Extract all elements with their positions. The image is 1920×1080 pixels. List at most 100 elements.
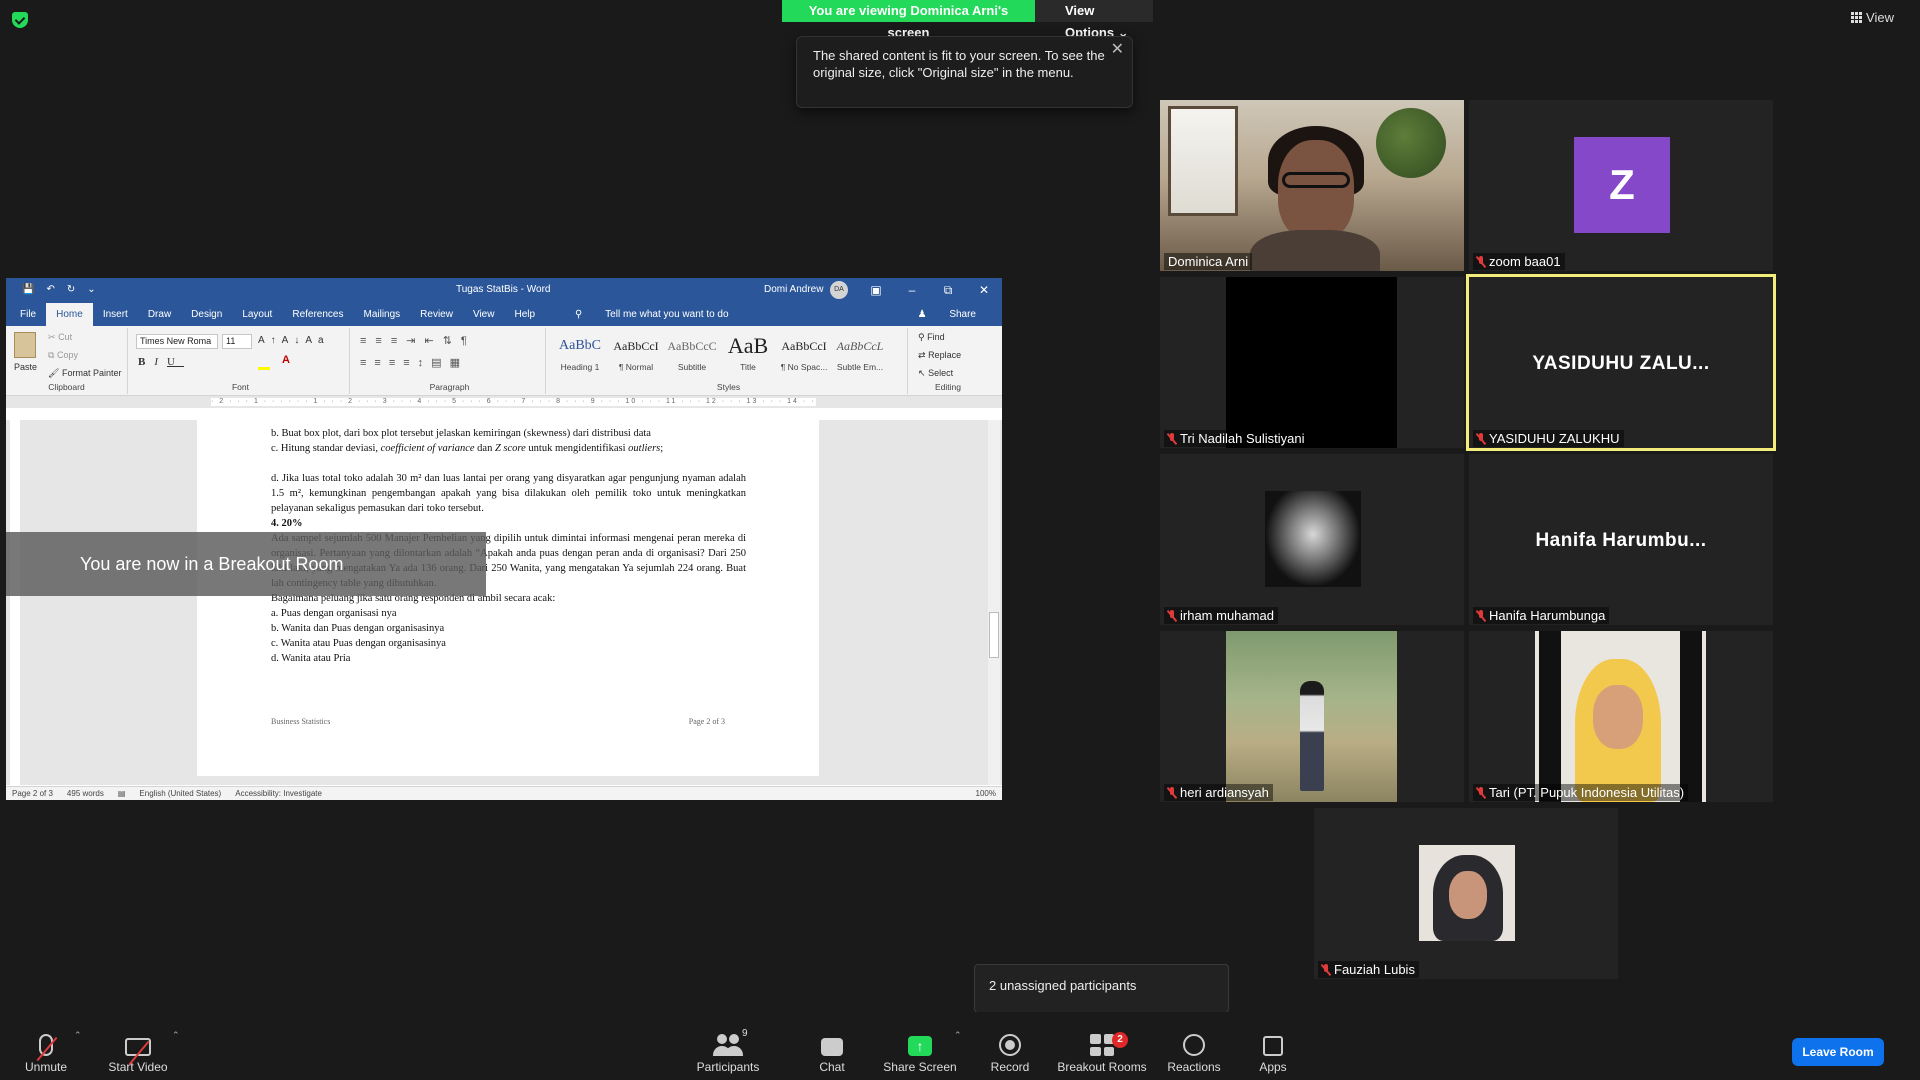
participant-name: YASIDUHU ZALUKHU: [1473, 430, 1624, 447]
zoom-level[interactable]: 100%: [976, 789, 1002, 798]
start-video-label: Start Video: [108, 1060, 168, 1074]
tab-file[interactable]: File: [10, 309, 46, 326]
record-button[interactable]: Record: [986, 1031, 1034, 1074]
style-subtitle[interactable]: AaBbCcC Subtitle: [664, 336, 720, 372]
page-count[interactable]: Page 2 of 3: [12, 789, 53, 798]
participant-tile[interactable]: Dominica Arni: [1160, 100, 1464, 271]
tab-design[interactable]: Design: [181, 309, 232, 326]
share-options-caret-icon[interactable]: ⌃: [954, 1030, 962, 1041]
ribbon-display-icon[interactable]: ▣: [858, 278, 894, 302]
breakout-badge: 2: [1112, 1032, 1128, 1048]
tab-insert[interactable]: Insert: [93, 309, 138, 326]
participants-button[interactable]: 9 Participants: [692, 1028, 764, 1074]
participant-tile[interactable]: Hanifa Harumbu... Hanifa Harumbunga: [1469, 454, 1773, 625]
participant-tile[interactable]: Fauziah Lubis: [1314, 808, 1618, 979]
tab-references[interactable]: References: [282, 309, 353, 326]
vertical-scrollbar[interactable]: [988, 420, 1000, 785]
list-indent-icons[interactable]: ≡≡≡⇥⇤⇅¶: [360, 334, 476, 347]
close-window-icon[interactable]: ✕: [966, 278, 1002, 302]
participant-tile[interactable]: Tari (PT. Pupuk Indonesia Utilitas): [1469, 631, 1773, 802]
alignment-icons[interactable]: ≡≡≡≡↕▤▦: [360, 356, 468, 369]
share-screen-label: Share Screen: [883, 1060, 957, 1074]
unmute-button[interactable]: Unmute: [20, 1032, 72, 1074]
account-avatar[interactable]: DA: [830, 281, 848, 299]
replace-button[interactable]: ⇄ Replace: [918, 350, 961, 361]
chat-button[interactable]: Chat: [812, 1033, 852, 1074]
participants-label: Participants: [696, 1060, 760, 1074]
proofing-icon[interactable]: ▤: [118, 789, 126, 798]
style-heading-1[interactable]: AaBbC Heading 1: [552, 336, 608, 372]
participant-photo: [1419, 845, 1515, 941]
tab-review[interactable]: Review: [410, 309, 463, 326]
replace-icon: ⇄: [918, 350, 926, 360]
tab-help[interactable]: Help: [504, 309, 545, 326]
cut-label: Cut: [58, 332, 73, 342]
participant-name-label: Tari (PT. Pupuk Indonesia Utilitas): [1489, 785, 1685, 800]
paragraph-group: ≡≡≡⇥⇤⇅¶ ≡≡≡≡↕▤▦ Paragraph: [354, 328, 546, 394]
breakout-rooms-button[interactable]: 2 Breakout Rooms: [1056, 1031, 1148, 1074]
leave-room-button[interactable]: Leave Room: [1792, 1038, 1884, 1066]
font-color-icon[interactable]: A: [282, 354, 290, 366]
participant-name-label: Tri Nadilah Sulistiyani: [1180, 431, 1305, 446]
account-name[interactable]: Domi Andrew: [764, 284, 823, 295]
minimize-icon[interactable]: –: [894, 278, 930, 302]
font-size-select[interactable]: 11: [222, 334, 252, 349]
redo-icon[interactable]: ↻: [67, 284, 75, 295]
apps-button[interactable]: Apps: [1252, 1032, 1294, 1074]
undo-icon[interactable]: ↶: [46, 284, 54, 295]
paste-icon[interactable]: [14, 332, 36, 358]
unassigned-participants-notice[interactable]: 2 unassigned participants: [974, 964, 1229, 1013]
start-video-button[interactable]: Start Video: [104, 1033, 172, 1074]
share-screen-button[interactable]: Share Screen: [882, 1032, 958, 1074]
customize-toolbar-icon[interactable]: ⌄: [87, 284, 95, 295]
horizontal-ruler[interactable]: · 2 · · · 1 · · · · · · 1 · · · 2 · · · …: [6, 396, 1002, 408]
tell-me-search[interactable]: ⚲ Tell me what you want to do: [555, 309, 749, 326]
font-name-select[interactable]: Times New Roma: [136, 334, 218, 349]
find-button[interactable]: ⚲ Find: [918, 332, 945, 343]
share-button[interactable]: ♟ Share: [908, 309, 986, 320]
option-b: b. Wanita dan Puas dengan organisasinya: [271, 623, 445, 634]
scrollbar-thumb[interactable]: [989, 612, 999, 658]
save-icon[interactable]: 💾: [22, 284, 34, 295]
tab-home[interactable]: Home: [46, 303, 93, 326]
style-title[interactable]: AaB Title: [720, 335, 776, 373]
tab-mailings[interactable]: Mailings: [353, 309, 410, 326]
bold-italic-underline-icons[interactable]: BIU: [138, 356, 184, 368]
word-count[interactable]: 495 words: [67, 789, 104, 798]
restore-icon[interactable]: ⧉: [930, 278, 966, 302]
style-name: Title: [740, 362, 756, 372]
document-page[interactable]: b. Buat box plot, dari box plot tersebut…: [197, 420, 819, 776]
style-name: Subtitle: [677, 362, 707, 372]
participant-avatar: Z: [1574, 137, 1670, 233]
style-no-spacing[interactable]: AaBbCcI ¶ No Spac...: [776, 336, 832, 372]
participant-tile[interactable]: Tri Nadilah Sulistiyani: [1160, 277, 1464, 448]
accessibility-status[interactable]: Accessibility: Investigate: [235, 789, 322, 798]
cut-button[interactable]: ✂ Cut: [48, 332, 72, 343]
close-icon[interactable]: ✕: [1111, 41, 1124, 58]
copy-button[interactable]: ⧉ Copy: [48, 350, 78, 361]
active-speaker-tile[interactable]: YASIDUHU ZALU... YASIDUHU ZALUKHU: [1466, 274, 1776, 451]
format-painter-button[interactable]: 🖌 Format Painter: [48, 368, 121, 379]
reactions-button[interactable]: Reactions: [1166, 1031, 1222, 1074]
view-layout-button[interactable]: View: [1851, 10, 1894, 25]
view-options-button[interactable]: View Options ⌄: [1035, 0, 1153, 40]
grow-shrink-case-icons[interactable]: A↑A↓Aa: [258, 335, 330, 346]
encryption-shield-icon[interactable]: [12, 12, 28, 28]
style-normal[interactable]: AaBbCcI ¶ Normal: [608, 336, 664, 372]
participant-tile[interactable]: irham muhamad: [1160, 454, 1464, 625]
highlight-color-icon[interactable]: [258, 367, 270, 370]
tab-draw[interactable]: Draw: [138, 309, 181, 326]
paste-button[interactable]: Paste: [14, 362, 37, 372]
tab-view[interactable]: View: [463, 309, 505, 326]
participant-tile[interactable]: heri ardiansyah: [1160, 631, 1464, 802]
style-subtle-emphasis[interactable]: AaBbCcL Subtle Em...: [832, 336, 888, 372]
participant-tile[interactable]: Z zoom baa01: [1469, 100, 1773, 271]
tab-layout[interactable]: Layout: [232, 309, 282, 326]
language[interactable]: English (United States): [139, 789, 221, 798]
audio-options-caret-icon[interactable]: ⌃: [74, 1030, 82, 1041]
select-button[interactable]: ↖ Select: [918, 368, 953, 379]
video-options-caret-icon[interactable]: ⌃: [172, 1030, 180, 1041]
mic-muted-icon: [1477, 255, 1485, 268]
breakout-room-notice: You are now in a Breakout Room: [6, 532, 486, 596]
vertical-ruler[interactable]: [10, 420, 20, 785]
